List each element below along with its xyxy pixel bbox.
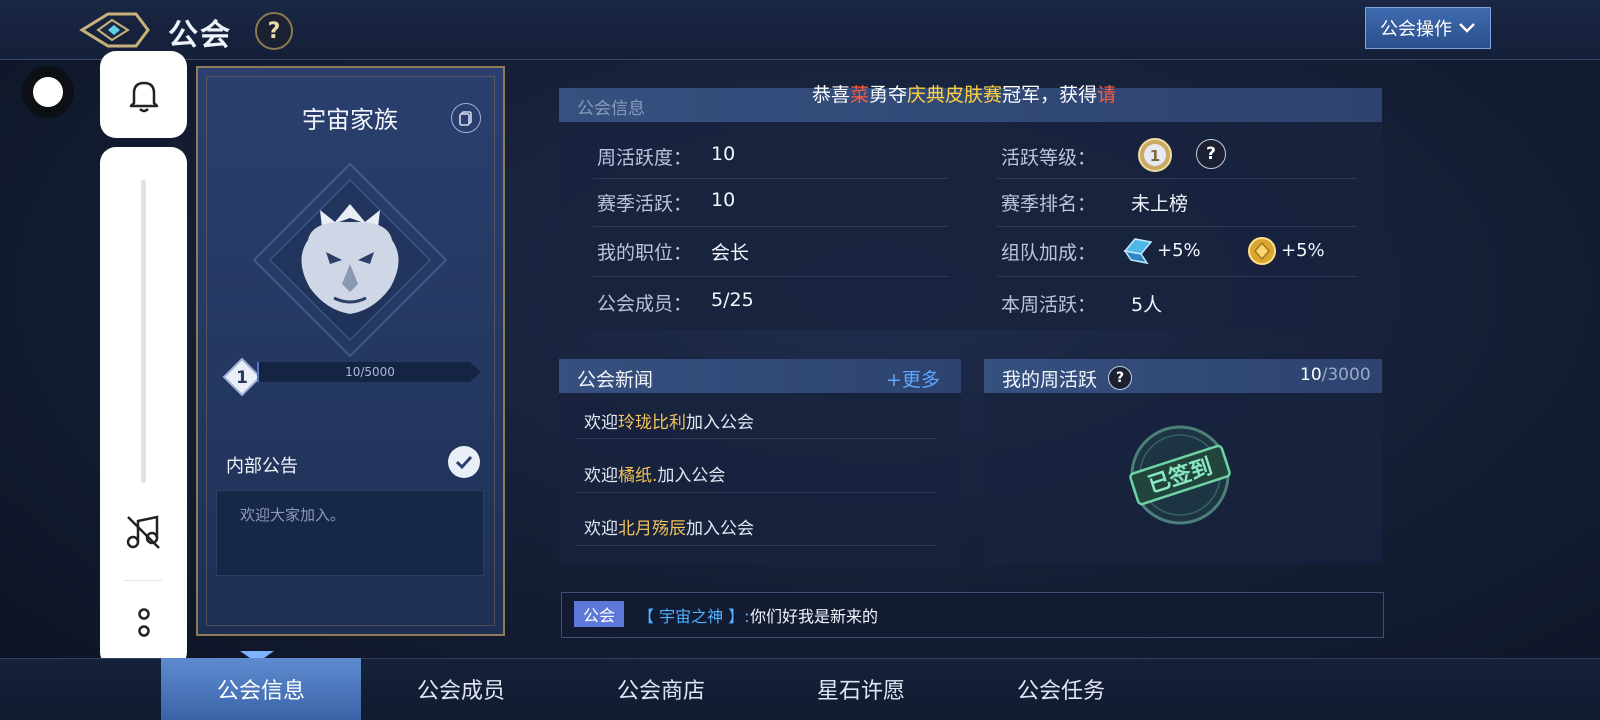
row-divider xyxy=(997,178,1357,179)
tab-guild-members[interactable]: 公会成员 xyxy=(361,658,561,720)
chevron-down-icon xyxy=(1459,23,1475,33)
row-divider xyxy=(576,545,936,546)
guild-level-number: 1 xyxy=(236,368,248,388)
bell-icon xyxy=(129,81,158,112)
guild-operations-label: 公会操作 xyxy=(1380,19,1452,40)
news-more-button[interactable]: +更多 xyxy=(886,365,940,392)
page-title: 公会 xyxy=(168,18,232,53)
weekly-activity-current: 10 xyxy=(1300,365,1322,385)
members-label: 公会成员： xyxy=(597,293,693,315)
tab-guild-info[interactable]: 公会信息 xyxy=(161,658,361,720)
internal-notice-box[interactable] xyxy=(216,490,484,576)
news-item-suffix: 加入公会 xyxy=(686,519,754,539)
news-item: 欢迎北月殇辰加入公会 xyxy=(584,514,754,539)
check-icon xyxy=(455,455,473,470)
more-options-icon[interactable] xyxy=(133,606,155,640)
news-item-suffix: 加入公会 xyxy=(686,413,754,433)
news-item: 欢迎橘纸.加入公会 xyxy=(584,461,725,486)
news-more-label: 更多 xyxy=(901,369,940,391)
weekly-activity-total: /3000 xyxy=(1321,365,1371,385)
floating-assistant-button[interactable] xyxy=(22,66,74,118)
row-divider xyxy=(593,276,948,277)
tab-star-wish[interactable]: 星石许愿 xyxy=(761,658,961,720)
chat-message: 你们好我是新来的 xyxy=(750,607,879,626)
notice-edit-confirm-button[interactable] xyxy=(448,446,480,478)
activity-level-badge-number: 1 xyxy=(1150,147,1160,165)
weekly-activity-progress: 10/3000 xyxy=(1300,365,1371,385)
tab-guild-shop[interactable]: 公会商店 xyxy=(561,658,761,720)
checked-in-stamp: 已签到 xyxy=(1129,425,1231,525)
volume-slider[interactable] xyxy=(141,180,146,483)
activity-level-badge-icon: 1 xyxy=(1138,138,1172,172)
internal-notice-title: 内部公告 xyxy=(226,456,298,477)
guild-news-title: 公会新闻 xyxy=(577,369,654,391)
guild-level-badge: 1 xyxy=(222,357,262,397)
weekly-activity-label: 周活跃度： xyxy=(597,147,693,169)
row-divider xyxy=(997,226,1357,227)
season-rank-label: 赛季排名： xyxy=(1001,193,1097,215)
marquee-middle: 勇夺 xyxy=(869,84,908,106)
guild-exp-bar-fill xyxy=(257,362,259,382)
activity-level-help-button[interactable]: ? xyxy=(1196,139,1226,169)
news-item-suffix: 加入公会 xyxy=(657,466,726,486)
guild-name: 宇宙家族 xyxy=(302,106,398,134)
news-item-prefix: 欢迎 xyxy=(584,413,618,433)
my-weekly-activity-title: 我的周活跃 xyxy=(1002,369,1098,391)
plus-icon: + xyxy=(886,369,902,391)
back-arrow-icon[interactable] xyxy=(78,8,150,52)
team-bonus-label: 组队加成： xyxy=(1001,242,1097,264)
marquee-prefix: 恭喜 xyxy=(812,84,851,106)
row-divider xyxy=(997,276,1357,277)
guild-info-title: 公会信息 xyxy=(577,99,645,119)
my-position-value: 会长 xyxy=(711,242,750,264)
week-active-value: 5人 xyxy=(1131,294,1163,316)
news-item-player: 橘纸. xyxy=(618,466,658,486)
marquee-tail: 请 xyxy=(1097,84,1117,106)
chat-channel-tag: 公会 xyxy=(574,601,624,627)
divider xyxy=(124,580,162,581)
row-divider xyxy=(576,438,936,439)
notification-toggle[interactable] xyxy=(100,51,187,138)
news-item-prefix: 欢迎 xyxy=(584,466,618,486)
season-rank-value: 未上榜 xyxy=(1131,193,1189,215)
my-position-label: 我的职位： xyxy=(597,242,693,264)
week-active-label: 本周活跃： xyxy=(1001,294,1097,316)
marquee-player: 菜 xyxy=(850,84,870,106)
season-activity-value: 10 xyxy=(711,189,736,211)
music-off-icon[interactable] xyxy=(123,512,163,552)
chat-sender[interactable]: 【 宇宙之神 】: xyxy=(638,603,750,627)
team-bonus-gold-value: +5% xyxy=(1281,240,1325,261)
row-divider xyxy=(576,492,936,493)
news-item-player: 玲珑比利 xyxy=(618,413,686,433)
season-activity-label: 赛季活跃： xyxy=(597,193,693,215)
copy-icon xyxy=(459,111,472,126)
guild-operations-button[interactable]: 公会操作 xyxy=(1365,7,1491,49)
news-item: 欢迎玲珑比利加入公会 xyxy=(584,408,754,433)
tab-guild-tasks[interactable]: 公会任务 xyxy=(961,658,1161,720)
weekly-activity-help-button[interactable]: ? xyxy=(1108,366,1132,390)
marquee-suffix: 冠军，获得 xyxy=(1002,84,1098,106)
team-bonus-exp-value: +5% xyxy=(1157,240,1201,261)
guild-emblem-lion-icon xyxy=(252,162,448,358)
weekly-activity-value: 10 xyxy=(711,143,736,165)
announcement-marquee: 恭喜菜勇夺庆典皮肤赛冠军，获得请 xyxy=(812,80,1116,107)
activity-level-label: 活跃等级： xyxy=(1001,147,1097,169)
news-item-player: 北月殇辰 xyxy=(618,519,686,539)
news-item-prefix: 欢迎 xyxy=(584,519,618,539)
gold-bonus-icon xyxy=(1248,237,1276,265)
copy-button[interactable] xyxy=(451,103,481,133)
row-divider xyxy=(593,178,948,179)
row-divider xyxy=(593,226,948,227)
members-value: 5/25 xyxy=(711,289,754,311)
top-bar xyxy=(0,0,1600,60)
internal-notice-text: 欢迎大家加入。 xyxy=(240,506,346,524)
guild-exp-text: 10/5000 xyxy=(345,365,395,379)
marquee-event: 庆典皮肤赛 xyxy=(907,84,1003,106)
help-button[interactable]: ? xyxy=(255,12,293,50)
exp-bonus-icon xyxy=(1123,238,1153,265)
